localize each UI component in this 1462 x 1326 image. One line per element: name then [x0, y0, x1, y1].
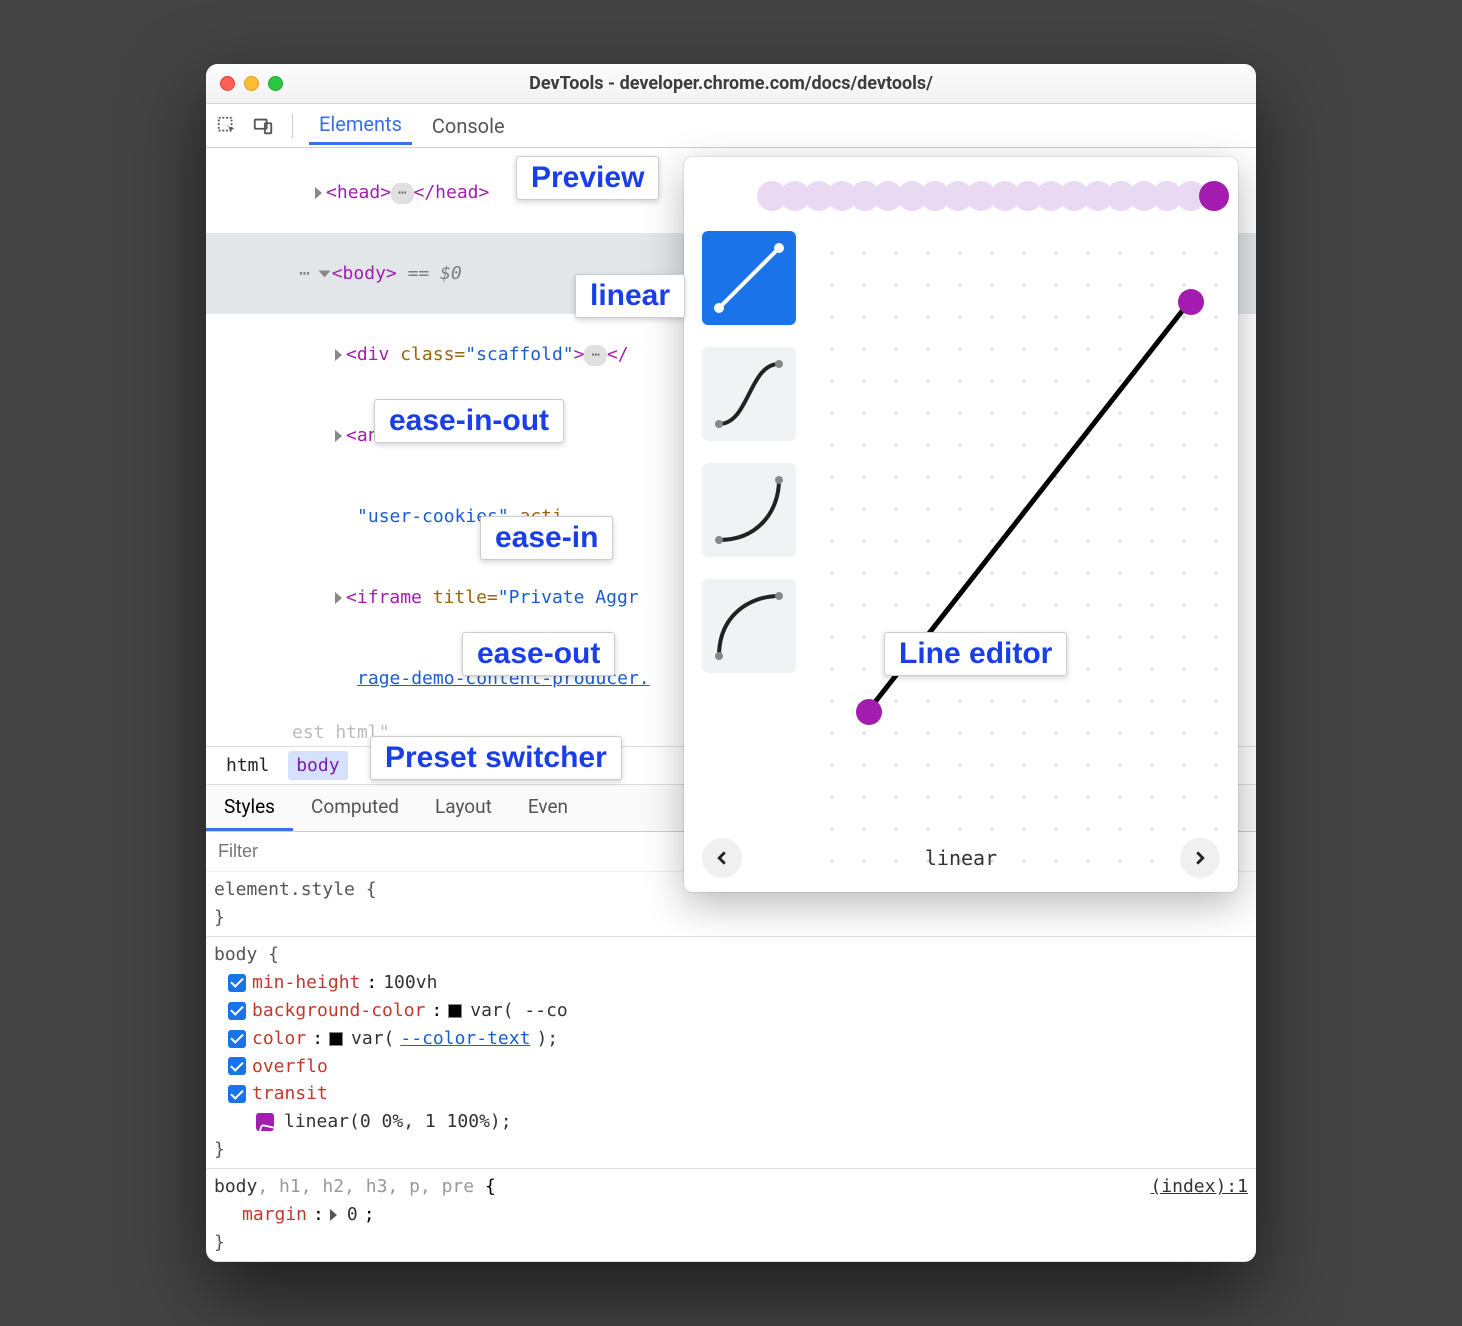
callout-preset-switcher: Preset switcher [370, 736, 622, 780]
minimize-window-button[interactable] [244, 76, 259, 91]
collapse-icon[interactable] [318, 271, 330, 278]
source-link[interactable]: (index):1 [1150, 1173, 1248, 1201]
preset-switcher: linear [702, 830, 1220, 878]
devtools-window: DevTools - developer.chrome.com/docs/dev… [206, 64, 1256, 1262]
checkbox-icon[interactable] [228, 1030, 246, 1048]
callout-preview: Preview [516, 156, 659, 200]
callout-line-editor: Line editor [884, 632, 1067, 676]
preset-ease-out[interactable] [702, 579, 796, 673]
next-preset-button[interactable] [1180, 838, 1220, 878]
preset-switcher-label: linear [925, 846, 997, 870]
rule-body-headings[interactable]: (index):1 body, h1, h2, h3, p, pre { mar… [206, 1169, 1256, 1262]
traffic-lights [220, 76, 283, 91]
rule-body[interactable]: body { min-height:100vh background-color… [206, 937, 1256, 1169]
preview-track [772, 175, 1214, 217]
close-window-button[interactable] [220, 76, 235, 91]
prop-overflow[interactable]: overflo [214, 1053, 1248, 1081]
tab-styles[interactable]: Styles [206, 785, 293, 831]
prop-margin[interactable]: margin: 0; [214, 1201, 1248, 1229]
expand-icon[interactable] [335, 349, 342, 361]
checkbox-icon[interactable] [228, 1085, 246, 1103]
toolbar-separator [292, 114, 293, 138]
chevron-right-icon [1193, 851, 1207, 865]
checkbox-icon[interactable] [228, 1057, 246, 1075]
zoom-window-button[interactable] [268, 76, 283, 91]
editor-body [702, 231, 1220, 880]
preset-ease-in-out[interactable] [702, 347, 796, 441]
chevron-left-icon [715, 851, 729, 865]
tab-elements[interactable]: Elements [309, 106, 412, 145]
breadcrumb-body[interactable]: body [288, 751, 347, 780]
expand-icon[interactable] [315, 187, 322, 199]
main-toolbar: Elements Console [206, 104, 1256, 148]
preset-ease-in[interactable] [702, 463, 796, 557]
callout-ease-out: ease-out [462, 632, 615, 676]
tab-layout[interactable]: Layout [417, 785, 510, 831]
expand-icon[interactable] [335, 430, 342, 442]
prev-preset-button[interactable] [702, 838, 742, 878]
callout-ease-in-out: ease-in-out [374, 399, 564, 443]
styles-filter-input[interactable] [216, 840, 416, 863]
callout-ease-in: ease-in [480, 516, 613, 560]
inspect-element-icon[interactable] [214, 113, 240, 139]
prop-transition[interactable]: transit [214, 1080, 1248, 1108]
tab-event-listeners[interactable]: Even [510, 785, 586, 831]
prop-min-height[interactable]: min-height:100vh [214, 969, 1248, 997]
color-swatch[interactable] [329, 1032, 343, 1046]
titlebar: DevTools - developer.chrome.com/docs/dev… [206, 64, 1256, 104]
preset-column [702, 231, 796, 880]
expand-icon[interactable] [335, 592, 342, 604]
device-mode-icon[interactable] [250, 113, 276, 139]
preview-ball-current [1199, 181, 1229, 211]
collapsed-badge[interactable]: ⋯ [391, 183, 413, 204]
prop-color[interactable]: color: var(--color-text); [214, 1025, 1248, 1053]
easing-swatch-icon[interactable] [256, 1113, 274, 1131]
window-title: DevTools - developer.chrome.com/docs/dev… [529, 73, 933, 94]
checkbox-icon[interactable] [228, 1002, 246, 1020]
tab-console[interactable]: Console [422, 108, 515, 144]
easing-editor-popover: linear [684, 157, 1238, 892]
collapsed-badge[interactable]: ⋯ [584, 345, 606, 366]
css-rules-pane[interactable]: element.style { } body { min-height:100v… [206, 872, 1256, 1262]
preset-linear[interactable] [702, 231, 796, 325]
color-swatch[interactable] [448, 1004, 462, 1018]
prop-background-color[interactable]: background-color:var( --co [214, 997, 1248, 1025]
breadcrumb-html[interactable]: html [218, 751, 277, 780]
checkbox-icon[interactable] [228, 974, 246, 992]
expand-shorthand-icon[interactable] [330, 1209, 337, 1221]
callout-linear: linear [575, 274, 685, 318]
curve-canvas[interactable] [810, 231, 1220, 880]
prop-transition-easing[interactable]: linear(0 0%, 1 100%); [214, 1108, 1248, 1136]
tab-computed[interactable]: Computed [293, 785, 417, 831]
